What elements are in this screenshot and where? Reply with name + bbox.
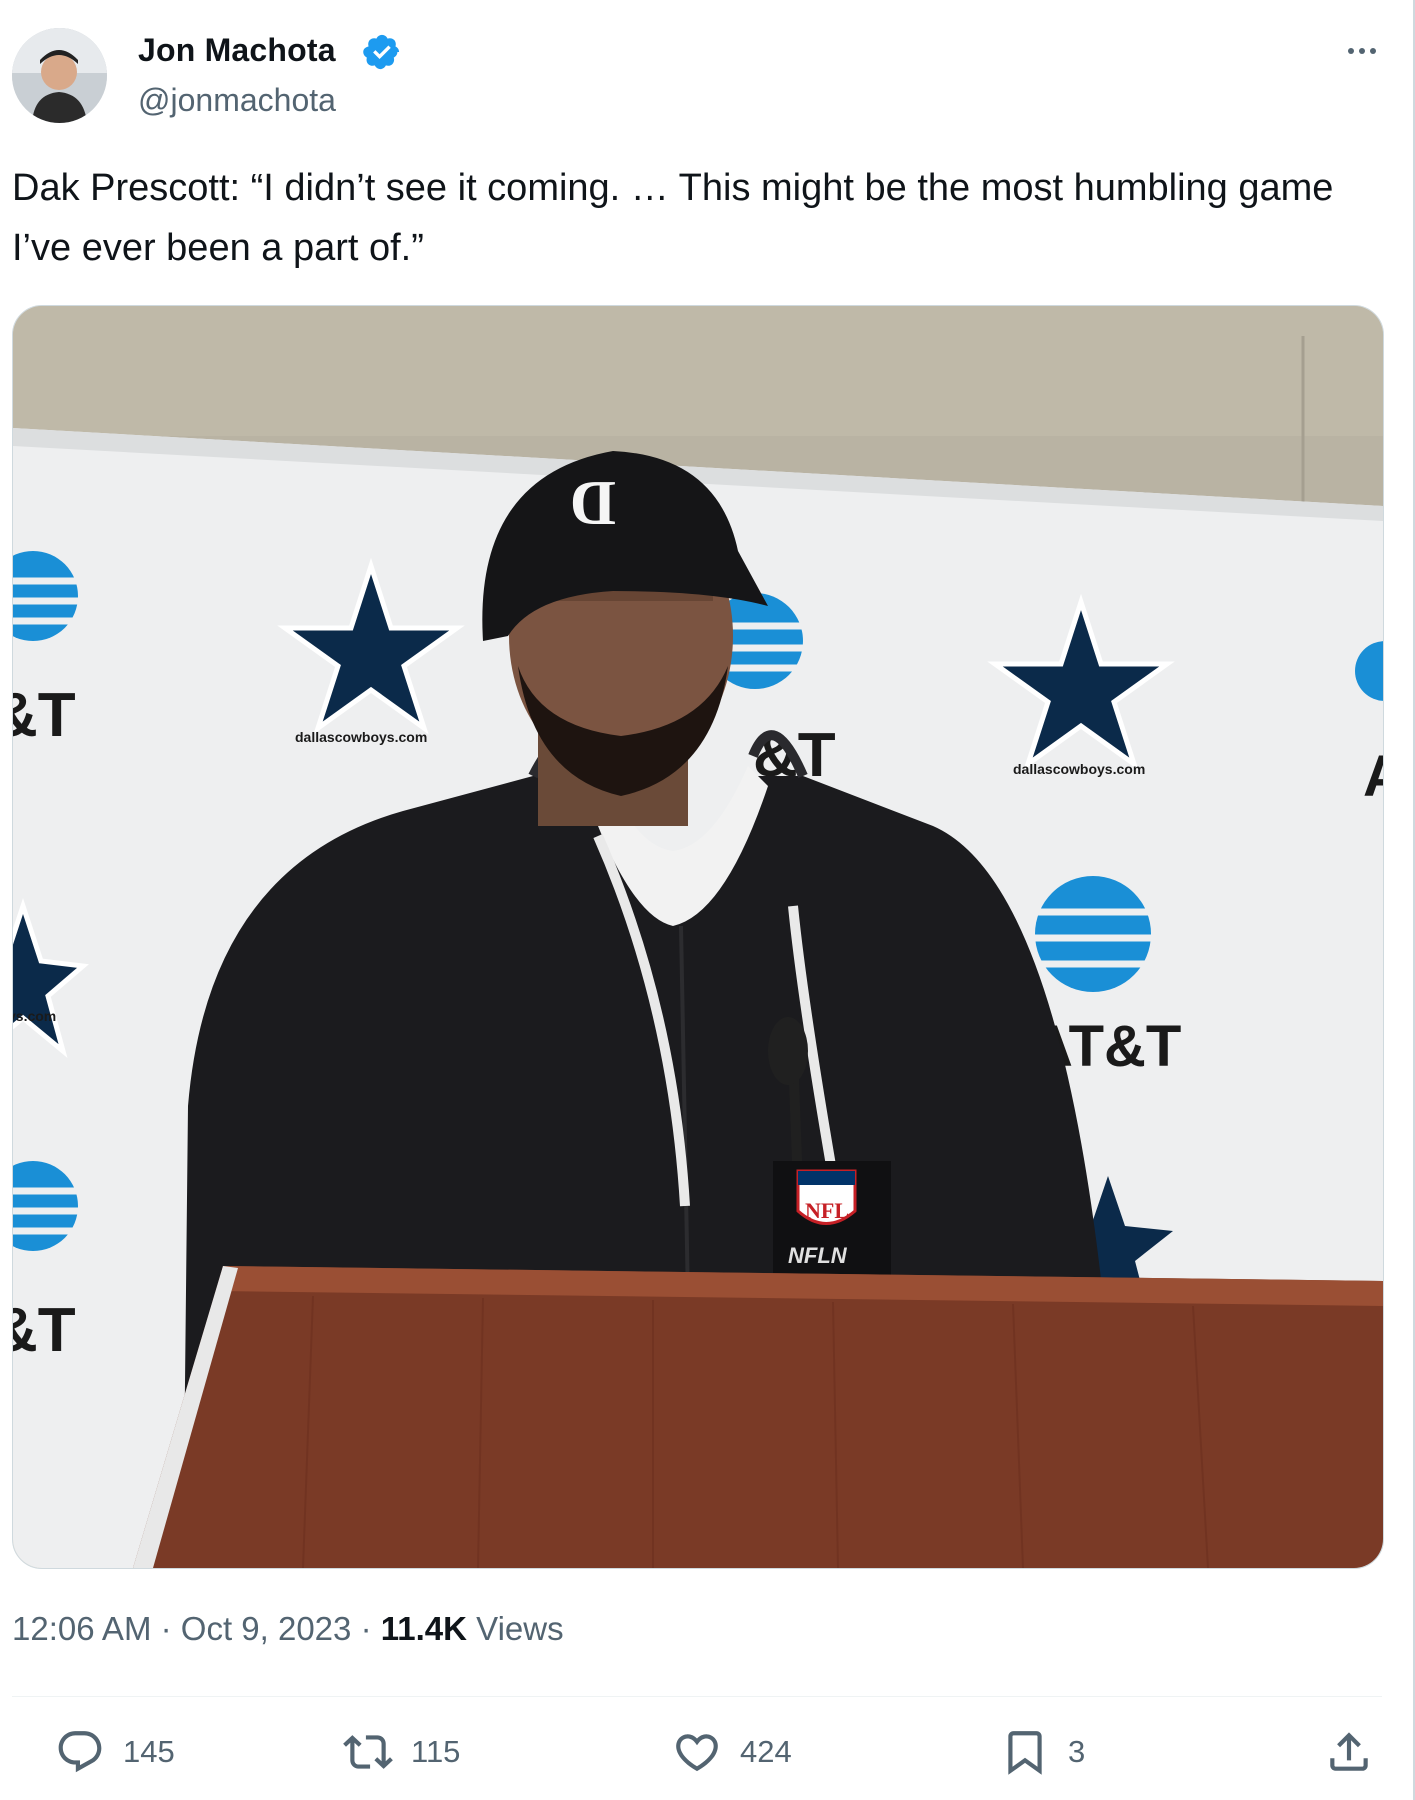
like-button[interactable]: 424 [672,1726,792,1778]
svg-text:A: A [1363,744,1383,809]
more-options-icon[interactable] [1340,36,1384,66]
reply-count: 145 [123,1734,175,1769]
heart-icon [676,1734,718,1772]
divider [12,1696,1382,1697]
svg-text:ys.com: ys.com [13,1008,56,1024]
views-label: Views [476,1610,564,1647]
repost-button[interactable]: 115 [343,1726,460,1778]
reply-button[interactable]: 145 [55,1726,175,1778]
svg-text:dallascowboys.com: dallascowboys.com [295,729,427,745]
tweet-text: Dak Prescott: “I didn’t see it coming. …… [12,167,1334,269]
tweet-meta: 12:06 AM · Oct 9, 2023 · 11.4K Views [12,1610,564,1648]
svg-text:&T: &T [13,681,76,750]
verified-badge-icon [363,34,400,70]
bookmark-count: 3 [1068,1734,1086,1769]
svg-text:&T: &T [13,1296,76,1365]
mic-nfl-label: NFL [805,1198,849,1223]
repost-icon [343,1735,393,1769]
reply-icon [58,1731,102,1773]
svg-text:dallascowboys.com: dallascowboys.com [1013,761,1145,777]
tweet-photo[interactable]: &T &T AT&T &T A dallascowboys.com dallas… [12,305,1384,1569]
like-count: 424 [740,1734,792,1769]
tweet-date[interactable]: Oct 9, 2023 [181,1610,352,1647]
share-icon [1330,1732,1368,1771]
author-name[interactable]: Jon Machota [138,32,336,69]
share-button[interactable] [1324,1726,1392,1778]
mic-nfln-label: NFLN [788,1243,848,1268]
meta-separator: · [160,1610,172,1647]
tweet-time[interactable]: 12:06 AM [12,1610,151,1647]
bookmark-icon [1008,1731,1042,1775]
repost-count: 115 [411,1734,461,1769]
views-count: 11.4K [380,1610,467,1647]
meta-separator: · [360,1610,372,1647]
avatar[interactable] [12,28,107,123]
author-handle[interactable]: @jonmachota [138,82,336,119]
bookmark-button[interactable]: 3 [1000,1726,1085,1778]
cap-letter: D [570,467,616,538]
